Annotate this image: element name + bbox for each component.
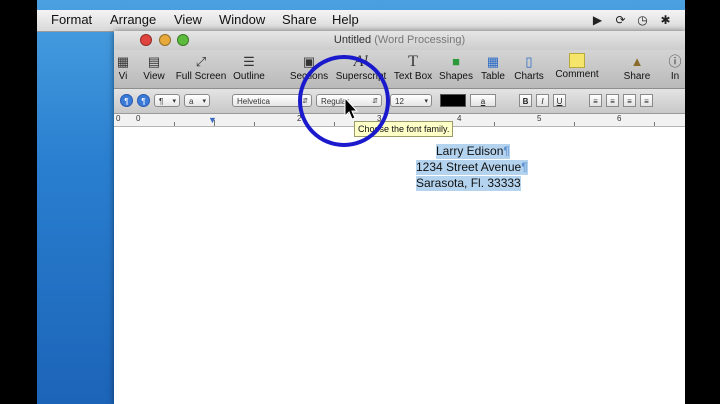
inspector-icon: ⓘ <box>668 54 682 69</box>
toolbar-inspector-partial[interactable]: ⓘ In <box>666 51 684 87</box>
chevron-down-icon: ▾ <box>172 98 176 105</box>
pilcrow-mark: ¶ <box>521 160 528 174</box>
menu-view[interactable]: View <box>174 12 202 27</box>
ruler-tick <box>254 122 255 126</box>
justify-icon[interactable]: ≡ <box>640 94 653 107</box>
toolbar-label: Comment <box>555 69 599 80</box>
paragraph-style-value: ¶ <box>159 97 164 106</box>
toolbar-table-button[interactable]: ▦ Table <box>478 51 508 87</box>
toolbar-label: Table <box>481 71 505 82</box>
textbox-icon: T <box>408 53 418 70</box>
menu-window[interactable]: Window <box>219 12 265 27</box>
font-family-value: Helvetica <box>237 97 270 106</box>
ruler-number: 4 <box>457 114 462 123</box>
chevron-down-icon: ▾ <box>424 98 428 105</box>
address-line-text: 1234 Street Avenue <box>416 160 522 174</box>
indent-marker-icon[interactable]: ▼ <box>208 115 217 125</box>
ruler-tick <box>174 122 175 126</box>
toolbar-view-partial[interactable]: ▦ Vi <box>114 51 132 87</box>
menu-arrange[interactable]: Arrange <box>110 12 156 27</box>
ruler-number: 5 <box>537 114 542 123</box>
shapes-icon: ■ <box>452 54 460 69</box>
time-machine-icon[interactable]: ◷ <box>635 13 650 28</box>
ruler-number: 0 <box>116 114 121 123</box>
paragraph-style-select[interactable]: ¶ ▾ <box>154 94 180 107</box>
comment-icon <box>569 53 585 68</box>
chevron-down-icon: ▾ <box>202 98 206 105</box>
align-left-icon[interactable]: ≡ <box>589 94 602 107</box>
ruler-number: 6 <box>617 114 622 123</box>
paragraph-styles-icon[interactable]: ¶ <box>120 94 133 107</box>
window-title-name: Untitled <box>333 34 372 46</box>
share-icon: ▲ <box>630 54 644 69</box>
toolbar-label: Share <box>623 71 651 82</box>
document-canvas[interactable]: Larry Edison¶ 1234 Street Avenue¶ Saraso… <box>114 127 685 404</box>
align-center-icon[interactable]: ≡ <box>606 94 619 107</box>
toolbar-view-button[interactable]: ▤ View <box>136 51 172 87</box>
toolbar-fullscreen-button[interactable]: ⤢ Full Screen <box>174 51 228 87</box>
ruler-tick <box>654 122 655 126</box>
toolbar-outline-button[interactable]: ☰ Outline <box>229 51 269 87</box>
menu-share[interactable]: Share <box>282 12 317 27</box>
toolbar-shapes-button[interactable]: ■ Shapes <box>438 51 474 87</box>
character-style-select[interactable]: a ▾ <box>184 94 210 107</box>
toolbar-label: Outline <box>233 71 265 82</box>
address-line[interactable]: Sarasota, Fl. 33333 <box>416 176 521 191</box>
text-color-well[interactable] <box>440 94 466 107</box>
window-title: Untitled (Word Processing) <box>114 34 685 46</box>
table-icon: ▦ <box>486 54 500 69</box>
italic-button[interactable]: I <box>536 94 549 107</box>
font-size-value: 12 <box>395 97 404 106</box>
toolbar-label: View <box>143 71 165 82</box>
toolbar-label: In <box>670 71 680 82</box>
toolbar: ▦ Vi ▤ View ⤢ Full Screen ☰ Outline ▣ Se… <box>114 50 685 89</box>
pilcrow-mark: ¶ <box>503 144 510 158</box>
toolbar-charts-button[interactable]: ▯ Charts <box>511 51 547 87</box>
window-title-suffix: (Word Processing) <box>374 34 466 46</box>
highlight-color-button[interactable]: a <box>470 94 496 107</box>
toolbar-share-button[interactable]: ▲ Share <box>617 51 657 87</box>
bluetooth-icon[interactable]: ✱ <box>658 13 673 28</box>
outline-icon: ☰ <box>243 54 255 69</box>
mouse-pointer-icon <box>344 97 358 120</box>
align-right-icon[interactable]: ≡ <box>623 94 636 107</box>
toolbar-label: Shapes <box>439 71 473 82</box>
video-icon[interactable]: ▶ <box>590 13 605 28</box>
toolbar-label: Text Box <box>393 71 433 82</box>
toolbar-comment-button[interactable]: Comment <box>554 51 600 87</box>
menu-bar: Format Arrange View Window Share Help ▶ … <box>37 10 685 32</box>
format-bar: ¶ ¶ ¶ ▾ a ▾ Helvetica ⇵ Regular ⇵ 12 ▾ a B I … <box>114 89 685 114</box>
bold-button[interactable]: B <box>519 94 532 107</box>
address-line[interactable]: 1234 Street Avenue¶ <box>416 160 528 175</box>
fullscreen-icon: ⤢ <box>195 54 207 69</box>
underline-button[interactable]: U <box>553 94 566 107</box>
ruler-tick <box>574 122 575 126</box>
toolbar-label: Vi <box>118 71 128 82</box>
toolbar-textbox-button[interactable]: T Text Box <box>392 51 434 87</box>
sync-icon[interactable]: ⟳ <box>613 13 628 28</box>
view-menu-icon: ▤ <box>147 54 161 69</box>
address-line[interactable]: Larry Edison¶ <box>436 144 510 159</box>
address-line-text: Larry Edison <box>436 144 504 158</box>
title-bar: Untitled (Word Processing) <box>114 31 685 50</box>
pages-window: Untitled (Word Processing) ▦ Vi ▤ View ⤢… <box>114 31 685 404</box>
character-style-value: a <box>189 97 194 106</box>
toolbar-label: Full Screen <box>175 71 227 82</box>
font-size-field[interactable]: 12 ▾ <box>390 94 432 107</box>
toolbar-label: Charts <box>514 71 544 82</box>
menu-help[interactable]: Help <box>332 12 359 27</box>
view-icon: ▦ <box>116 54 130 69</box>
address-line-text: Sarasota, Fl. 33333 <box>416 176 521 190</box>
character-styles-icon[interactable]: ¶ <box>137 94 150 107</box>
ruler-tick <box>494 122 495 126</box>
menu-format[interactable]: Format <box>51 12 92 27</box>
ruler-number: 0 <box>136 114 141 123</box>
desktop: Format Arrange View Window Share Help ▶ … <box>37 0 685 404</box>
charts-icon: ▯ <box>525 54 533 69</box>
